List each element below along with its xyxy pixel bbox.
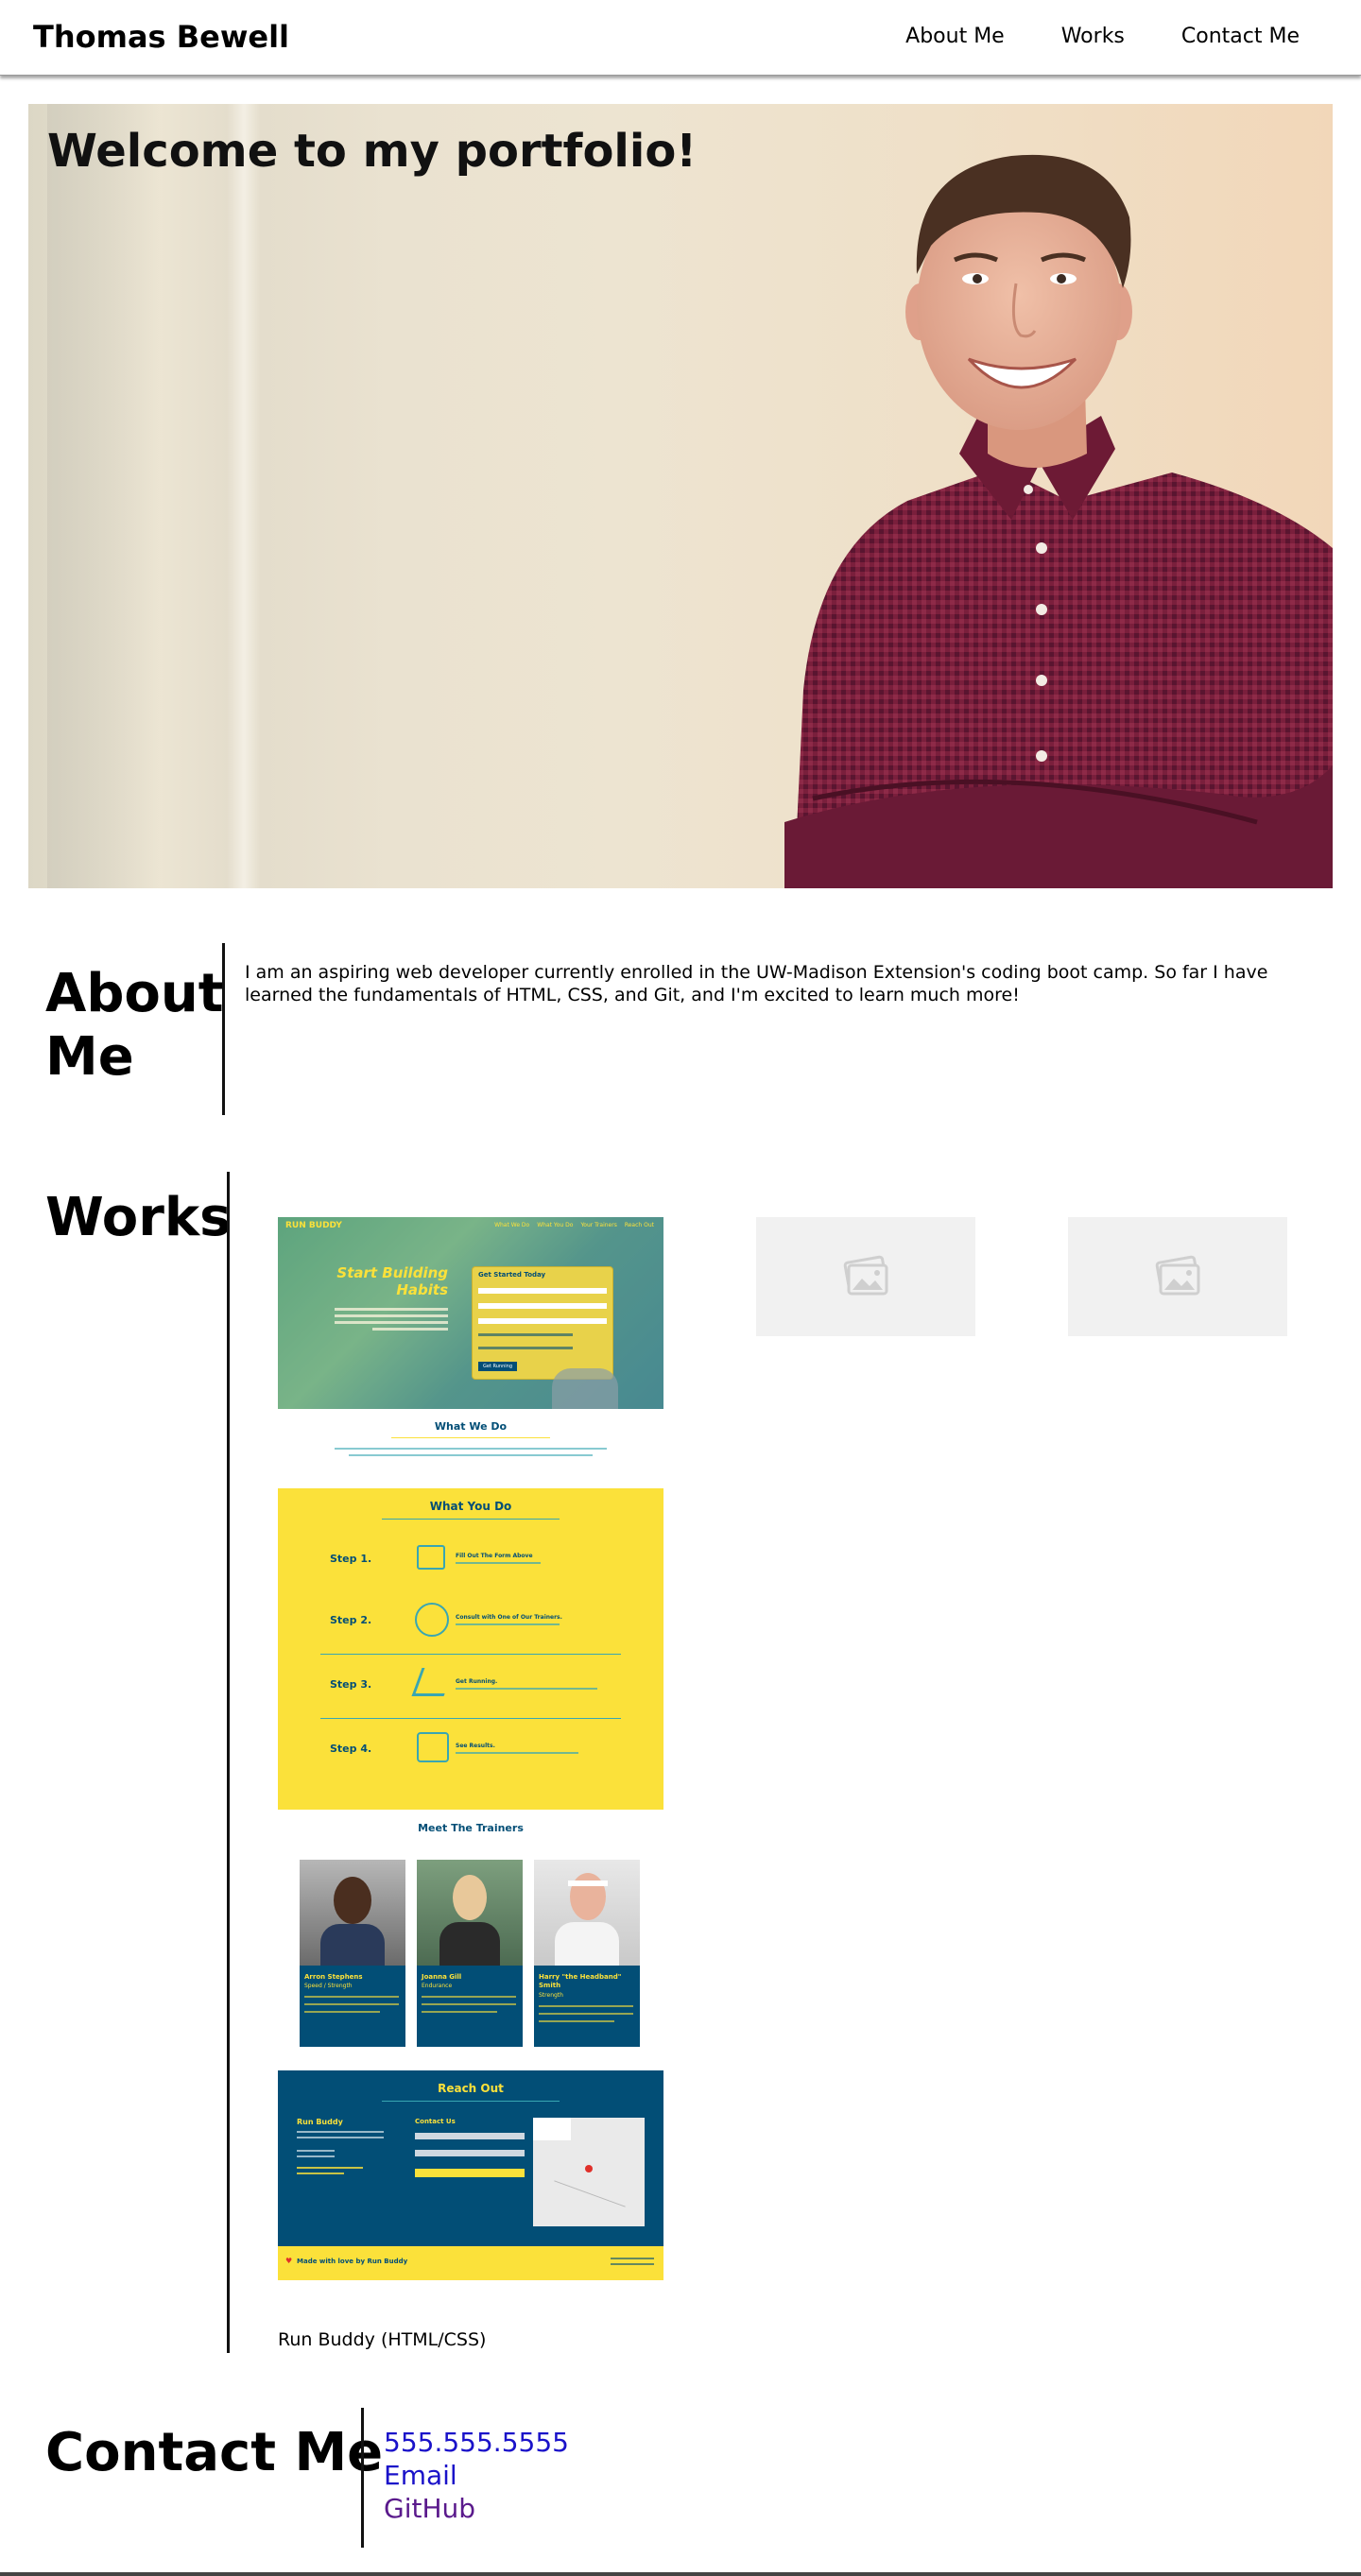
- works-title: Works: [45, 1187, 232, 1248]
- rb-nav-item: What You Do: [537, 1222, 574, 1228]
- rb-trainers-title: Meet The Trainers: [418, 1822, 524, 1834]
- rb-step-label: Step 4.: [330, 1743, 372, 1755]
- rb-step-title: Get Running.: [456, 1678, 498, 1685]
- wall-light-streak: [227, 104, 261, 888]
- rb-form-button: Get Running: [478, 1362, 517, 1371]
- rb-step-label: Step 2.: [330, 1614, 372, 1626]
- work-caption: Run Buddy (HTML/CSS): [278, 2329, 487, 2350]
- rb-what-you-do: What You Do Step 1. Fill Out The Form Ab…: [278, 1488, 663, 1810]
- rb-footer: ♥ Made with love by Run Buddy: [278, 2246, 663, 2280]
- about-title-line2: Me: [45, 1026, 134, 1089]
- rb-hero-shoe: [552, 1368, 618, 1409]
- rb-hero-heading-line1: Start Building: [336, 1264, 448, 1281]
- rb-footer-text: Made with love by Run Buddy: [297, 2258, 408, 2265]
- run-buddy-screenshot[interactable]: RUN BUDDY What We Do What You Do Your Tr…: [278, 1217, 663, 2280]
- rb-what-we-do-title: What We Do: [434, 1420, 508, 1433]
- about-title: About Me: [45, 962, 224, 1089]
- footer-line: [0, 2572, 1361, 2576]
- rb-step-title: See Results.: [456, 1743, 495, 1749]
- site-brand[interactable]: Thomas Bewell: [33, 19, 289, 55]
- nav-about-me[interactable]: About Me: [905, 25, 1005, 48]
- rb-step-results-icon: [417, 1732, 449, 1762]
- hero-banner: Welcome to my portfolio!: [28, 104, 1333, 888]
- work-placeholder[interactable]: [1068, 1217, 1287, 1336]
- rb-trainer-name: Harry "the Headband" Smith: [539, 1973, 622, 1989]
- rb-trainer-role: Endurance: [422, 1983, 453, 1989]
- rb-step-consult-icon: [415, 1603, 449, 1637]
- rb-step-form-icon: [417, 1545, 445, 1570]
- rb-step-label: Step 1.: [330, 1553, 372, 1565]
- heart-icon: ♥: [285, 2257, 293, 2265]
- image-placeholder-icon: [1155, 1255, 1200, 1296]
- rb-nav-item: What We Do: [494, 1222, 530, 1228]
- rb-form: Get Started Today Get Running: [472, 1266, 613, 1380]
- rb-contact-us-title: Contact Us: [415, 2118, 456, 2125]
- hero-title: Welcome to my portfolio!: [47, 125, 698, 178]
- rb-nav-item: Your Trainers: [580, 1222, 617, 1228]
- rb-hero-heading-line2: Habits: [396, 1281, 448, 1298]
- contact-divider: [361, 2408, 364, 2548]
- rb-trainer-card: Arron Stephens Speed / Strength: [300, 1860, 405, 2047]
- rb-step-label: Step 3.: [330, 1678, 372, 1691]
- rb-logo: RUN BUDDY: [285, 1221, 342, 1230]
- main-nav: About Me Works Contact Me: [905, 25, 1300, 48]
- image-placeholder-icon: [843, 1255, 888, 1296]
- rb-nav-item: Reach Out: [624, 1222, 654, 1228]
- rb-trainer-card: Harry "the Headband" Smith Strength: [534, 1860, 640, 2047]
- rb-trainer-card: Joanna Gill Endurance: [417, 1860, 523, 2047]
- rb-hero-heading: Start Building Habits: [335, 1264, 448, 1298]
- about-divider: [222, 943, 225, 1115]
- rb-step-run-icon: [411, 1668, 455, 1696]
- rb-reach-out: Reach Out Run Buddy Contact Us: [278, 2070, 663, 2246]
- nav-contact-me[interactable]: Contact Me: [1181, 25, 1300, 48]
- rb-reach-brand: Run Buddy: [297, 2118, 343, 2126]
- works-divider: [227, 1172, 230, 2353]
- contact-email-link[interactable]: Email: [384, 2459, 569, 2492]
- rb-trainer-role: Strength: [539, 1992, 563, 1999]
- contact-links: 555.555.5555 Email GitHub: [384, 2426, 569, 2525]
- about-title-line1: About: [45, 963, 224, 1024]
- rb-step-title: Consult with One of Our Trainers.: [456, 1614, 562, 1621]
- about-text: I am an aspiring web developer currently…: [245, 962, 1268, 1005]
- rb-reach-out-title: Reach Out: [438, 2082, 504, 2095]
- map-pin-icon: [585, 2165, 593, 2172]
- contact-github-link[interactable]: GitHub: [384, 2492, 569, 2525]
- site-header: Thomas Bewell About Me Works Contact Me: [0, 0, 1361, 76]
- rb-step-title: Fill Out The Form Above: [456, 1553, 533, 1559]
- rb-hero: RUN BUDDY What We Do What You Do Your Tr…: [278, 1217, 663, 1409]
- rb-trainer-role: Speed / Strength: [304, 1983, 353, 1989]
- contact-title: Contact Me: [45, 2422, 384, 2483]
- rb-trainer-name: Joanna Gill: [422, 1973, 462, 1981]
- nav-works[interactable]: Works: [1061, 25, 1125, 48]
- rb-hero-copy: [335, 1304, 448, 1331]
- rb-form-title: Get Started Today: [478, 1271, 546, 1279]
- work-placeholder[interactable]: [756, 1217, 975, 1336]
- contact-phone-link[interactable]: 555.555.5555: [384, 2426, 569, 2459]
- wall-shadow: [47, 104, 161, 888]
- rb-what-you-do-title: What You Do: [429, 1500, 512, 1513]
- rb-trainer-name: Arron Stephens: [304, 1973, 363, 1981]
- portrait-photo: [784, 154, 1333, 888]
- rb-nav: What We Do What You Do Your Trainers Rea…: [494, 1222, 654, 1228]
- rb-map: [533, 2118, 645, 2226]
